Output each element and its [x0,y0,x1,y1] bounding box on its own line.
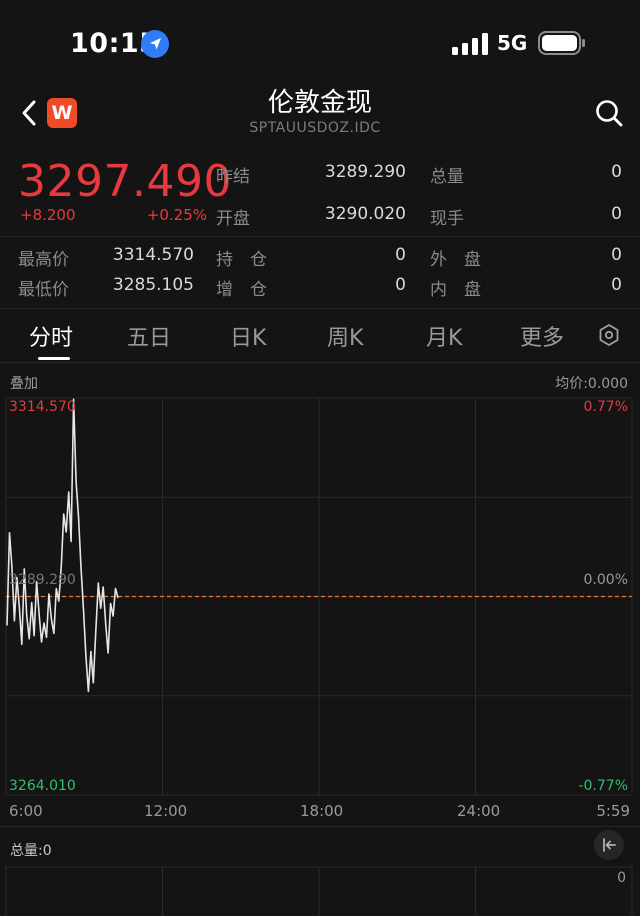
price-change-pct: +0.25% [146,206,207,224]
outer-label: 外 盘 [430,250,481,270]
open-label: 开盘 [216,209,250,229]
high-value: 3314.570 [112,245,194,265]
prev-close-value: 3289.290 [324,162,406,182]
x-axis-tick: 18:00 [300,802,344,820]
x-axis-tick: 24:00 [457,802,501,820]
hold-value: 0 [395,245,406,265]
current-hand-label: 现手 [430,209,464,229]
volume-grid [5,866,633,916]
settings-gear-icon[interactable] [597,323,621,347]
add-value: 0 [395,275,406,295]
x-axis-tick: 5:59 [596,802,630,820]
pct-axis-min-label: -0.77% [578,778,628,794]
total-volume-value: 0 [611,162,622,182]
prev-close-label: 昨结 [216,167,250,187]
inner-value: 0 [611,275,622,295]
outer-value: 0 [611,245,622,265]
location-arrow-icon [141,30,169,58]
y-axis-max-label: 3314.570 [9,399,76,415]
divider [0,236,640,237]
volume-total: 总量:0 [10,843,52,859]
collapse-arrow-icon[interactable] [594,830,624,860]
low-value: 3285.105 [112,275,194,295]
tab-intraday[interactable]: 分时 [29,320,73,352]
current-hand-value: 0 [611,204,622,224]
y-axis-mid-label: 3289.290 [9,572,76,588]
hold-label: 持 仓 [216,250,267,270]
volume-chart [5,866,633,916]
high-label: 最高价 [18,250,69,270]
intraday-chart[interactable] [0,395,640,800]
battery-icon [538,31,585,55]
search-icon[interactable] [594,98,624,128]
status-bar: 10:15 5G [0,0,640,80]
tab-five-day[interactable]: 五日 [127,320,171,352]
tab-more[interactable]: 更多 [520,320,564,352]
tab-day-k[interactable]: 日K [230,320,266,352]
x-axis-tick: 6:00 [9,802,43,820]
cellular-signal-icon [452,33,488,55]
divider [0,308,640,309]
divider [0,826,640,827]
low-label: 最低价 [18,280,69,300]
pct-axis-max-label: 0.77% [583,399,628,415]
inner-label: 内 盘 [430,280,481,300]
nav-bar: W 伦敦金现 SPTAUUSDOZ.IDC [0,80,640,148]
current-price: 3297.490 [18,156,232,207]
add-label: 增 仓 [216,280,267,300]
volume-axis-zero: 0 [617,870,626,886]
open-value: 3290.020 [324,204,406,224]
symbol-code: SPTAUUSDOZ.IDC [249,120,381,136]
overlay-button[interactable]: 叠加 [10,373,38,393]
divider [0,362,640,363]
x-axis-tick: 12:00 [144,802,188,820]
page-title: 伦敦金现 [267,88,372,118]
tab-week-k[interactable]: 周K [327,320,363,352]
price-change: +8.200 [20,206,76,224]
active-tab-indicator [38,357,70,360]
average-price: 均价:0.000 [555,376,628,392]
network-type: 5G [497,31,528,55]
pct-axis-mid-label: 0.00% [583,572,628,588]
y-axis-min-label: 3264.010 [9,778,76,794]
total-volume-label: 总量 [430,167,464,187]
price-series-line [6,398,119,693]
tab-month-k[interactable]: 月K [426,320,462,352]
